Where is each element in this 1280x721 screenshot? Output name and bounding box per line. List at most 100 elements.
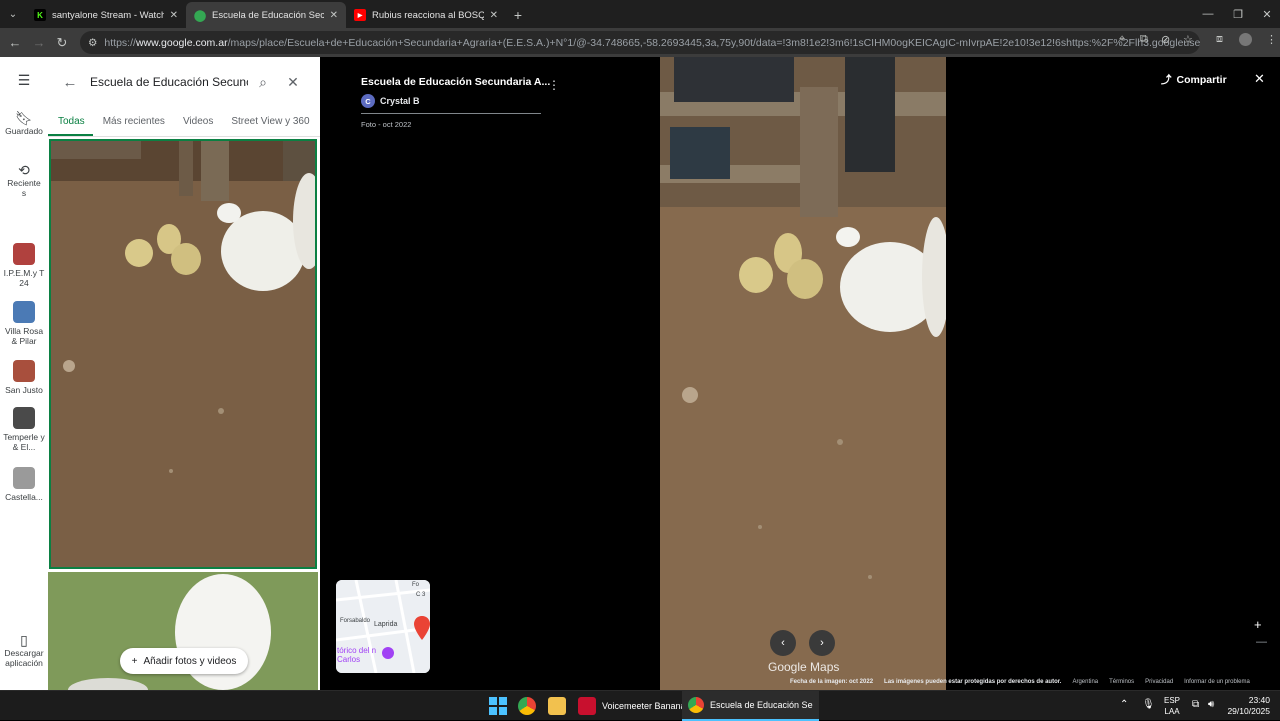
close-icon[interactable]: ✕ — [278, 74, 308, 91]
tab-title: Escuela de Educación Secundaria — [212, 9, 324, 21]
taskbar-clock[interactable]: 23:40 29/10/2025 — [1222, 695, 1270, 717]
plus-icon: + — [131, 655, 138, 667]
search-box: ← Escuela de Educación Secunc ⌕ ✕ — [58, 66, 308, 98]
place-thumbnail — [13, 360, 35, 382]
windows-start-icon[interactable] — [489, 697, 507, 715]
photos-side-panel: ← Escuela de Educación Secunc ⌕ ✕ Todas … — [48, 57, 320, 690]
input-language[interactable]: ESP LAA — [1160, 695, 1184, 717]
tab-close-icon[interactable]: ✕ — [490, 10, 498, 21]
close-window-icon[interactable]: ✕ — [1252, 0, 1280, 28]
footer-country[interactable]: Argentina — [1072, 679, 1098, 689]
rail-place-label: Temperle y & El... — [3, 432, 45, 452]
rail-saved-button[interactable]: 🔖︎ Guardado — [0, 111, 48, 136]
tab-close-icon[interactable]: ✕ — [170, 10, 178, 21]
footer-privacy[interactable]: Privacidad — [1145, 679, 1173, 689]
add-photos-label: Añadir fotos y videos — [143, 655, 237, 667]
reload-icon[interactable]: ↻ — [50, 35, 74, 51]
share-button[interactable]: ⤴ Compartir — [1161, 72, 1227, 87]
tab-stream[interactable]: K santyalone Stream - Watch Live ✕ — [26, 2, 186, 28]
minimap-street-label: Fo — [412, 582, 420, 588]
minimap-street-label: C 3 — [416, 592, 426, 598]
restore-icon[interactable]: ❐ — [1223, 0, 1253, 28]
rail-place-4[interactable]: Temperle y & El... — [0, 407, 48, 452]
forward-arrow-icon[interactable]: → — [27, 35, 51, 50]
address-bar[interactable]: ⚙ https://www.google.com.ar/maps/place/E… — [80, 31, 1200, 54]
lang-bottom: LAA — [1164, 707, 1180, 716]
minimap-street-label: Laprida — [374, 621, 398, 628]
tab-search-chevron-icon[interactable]: ⌄ — [0, 0, 26, 28]
youtube-icon: ▶ — [354, 9, 366, 21]
ducks-main-photo — [660, 57, 950, 690]
tab-close-icon[interactable]: ✕ — [330, 10, 338, 21]
tab-street-view[interactable]: Street View y 360 — [221, 109, 317, 136]
maps-footer: Fecha de la imagen: oct 2022 Las imágene… — [790, 679, 1280, 689]
new-tab-plus-icon[interactable]: + — [506, 2, 530, 28]
tab-maps[interactable]: ⬤ Escuela de Educación Secundaria ✕ — [186, 2, 346, 28]
rail-place-1[interactable]: I.P.E.M.y T 24 — [0, 243, 48, 288]
selected-photo-thumbnail[interactable] — [49, 139, 320, 569]
author-name: Crystal B — [380, 96, 420, 106]
tab-youtube[interactable]: ▶ Rubius reacciona al BOSQUE ✕ — [346, 2, 506, 28]
chrome-icon[interactable] — [518, 697, 536, 715]
display-icon[interactable]: ⧉ — [1192, 699, 1199, 710]
maps-pin-icon: ⬤ — [193, 9, 207, 22]
extensions-icon[interactable]: ⧈ — [1216, 33, 1223, 46]
search-icon[interactable]: ⌕ — [248, 74, 278, 91]
file-explorer-icon[interactable] — [548, 697, 566, 715]
kebab-menu-icon[interactable]: ⋮ — [1266, 33, 1277, 46]
add-photos-button[interactable]: + Añadir fotos y videos — [120, 648, 248, 674]
url-host: www.google.com.ar — [135, 36, 228, 49]
rail-place-label: Villa Rosa & Pilar — [4, 326, 44, 346]
rail-place-5[interactable]: Castella... — [0, 467, 48, 502]
search-input[interactable]: Escuela de Educación Secunc — [82, 75, 248, 89]
minimap-street-label: Forsabaldo — [340, 618, 371, 624]
clock-time: 23:40 — [1248, 695, 1270, 705]
close-viewer-icon[interactable]: ✕ — [1254, 71, 1265, 87]
photo-info: Escuela de Educación Secundaria A... C C… — [361, 76, 561, 108]
main-photo[interactable] — [660, 57, 950, 690]
footer-report[interactable]: Informar de un problema — [1184, 679, 1250, 689]
history-icon: ⟲ — [18, 162, 30, 178]
share-icon: ⤴ — [1161, 74, 1172, 86]
tray-chevron-up-icon[interactable]: ⌃ — [1120, 699, 1128, 710]
site-info-icon[interactable]: ⚙ — [88, 37, 97, 49]
tab-all[interactable]: Todas — [48, 109, 93, 136]
next-photo-button[interactable]: › — [809, 630, 835, 656]
rail-recent-button[interactable]: ⟲ Reciente s — [0, 162, 48, 198]
place-thumbnail — [13, 301, 35, 323]
url-rest: /maps/place/Escuela+de+Educación+Secunda… — [227, 36, 1200, 49]
zoom-out-icon[interactable]: — — [1256, 636, 1267, 648]
rail-menu-button[interactable]: ☰ — [0, 73, 48, 88]
bookmark-star-icon[interactable]: ☆ — [1183, 33, 1193, 46]
ducks-photo — [51, 141, 320, 567]
microphone-icon[interactable]: 🎙︎ — [1142, 699, 1155, 710]
eye-off-icon[interactable]: ⊘ — [1161, 33, 1170, 46]
location-icon[interactable]: ⌖ — [1119, 33, 1125, 46]
photo-author[interactable]: C Crystal B — [361, 94, 561, 108]
minimap[interactable]: Laprida Forsabaldo Fo C 3 tórico del n C… — [336, 580, 430, 673]
browser-tab-bar: ⌄ K santyalone Stream - Watch Live ✕ ⬤ E… — [0, 0, 1280, 28]
more-options-icon[interactable]: ⋮ — [548, 78, 560, 92]
footer-terms[interactable]: Términos — [1109, 679, 1134, 689]
profile-avatar[interactable] — [1239, 33, 1252, 46]
kick-favicon-icon: K — [34, 9, 46, 21]
taskbar-voicemeeter[interactable]: Voicemeeter Banana — [572, 691, 692, 721]
minimize-icon[interactable]: — — [1193, 0, 1223, 28]
back-arrow-icon[interactable]: ← — [3, 35, 27, 50]
lang-top: ESP — [1163, 696, 1180, 705]
tab-recent[interactable]: Más recientes — [93, 109, 173, 136]
rail-download-app[interactable]: ▯ Descargar aplicación — [0, 633, 48, 668]
divider — [361, 113, 541, 114]
taskbar-chrome-window[interactable]: Escuela de Educación Se — [682, 691, 819, 721]
rail-place-2[interactable]: Villa Rosa & Pilar — [0, 301, 48, 346]
volume-icon[interactable]: 🔊︎ — [1208, 699, 1214, 710]
maps-left-rail: ☰ 🔖︎ Guardado ⟲ Reciente s I.P.E.M.y T 2… — [0, 57, 48, 690]
rail-place-3[interactable]: San Justo — [0, 360, 48, 395]
photo-place-title[interactable]: Escuela de Educación Secundaria A... — [361, 76, 561, 88]
cast-icon[interactable]: ⧉ — [1140, 33, 1148, 46]
taskbar-app-label: Escuela de Educación Se — [710, 700, 813, 710]
previous-photo-button[interactable]: ‹ — [770, 630, 796, 656]
tab-videos[interactable]: Videos — [173, 109, 221, 136]
zoom-in-icon[interactable]: + — [1254, 617, 1262, 632]
back-arrow-icon[interactable]: ← — [58, 74, 82, 91]
